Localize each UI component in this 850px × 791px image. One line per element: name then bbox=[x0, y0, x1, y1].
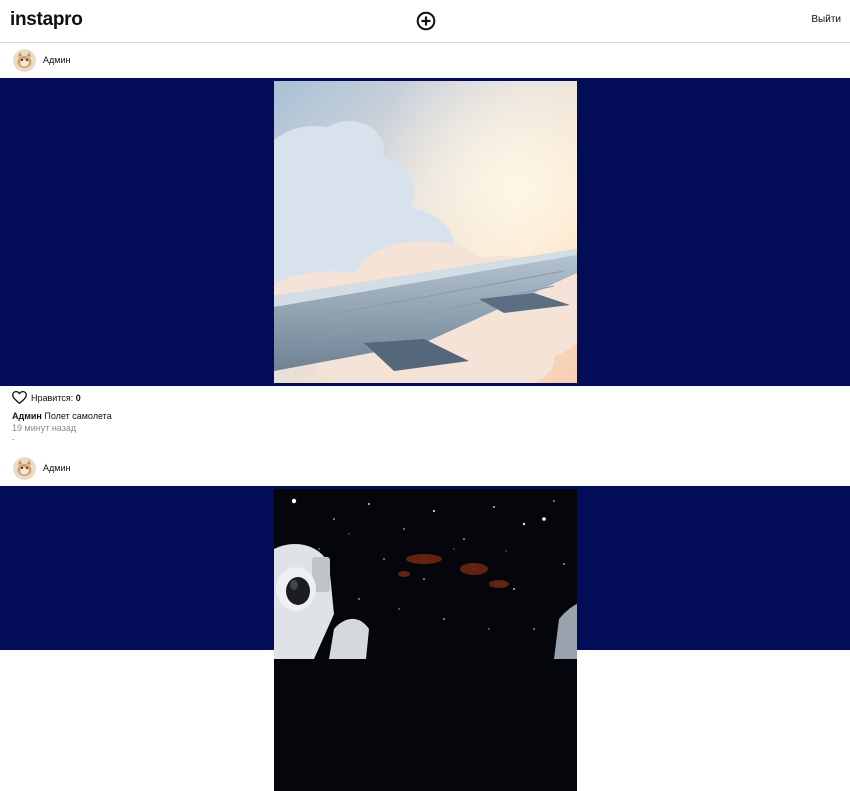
post-image[interactable] bbox=[274, 81, 577, 383]
likes-label: Нравится: bbox=[31, 393, 74, 403]
post-header: Админ bbox=[0, 451, 850, 486]
post-image-container bbox=[0, 78, 850, 386]
airplane-wing-photo bbox=[274, 81, 577, 383]
post-image[interactable] bbox=[274, 489, 577, 791]
like-button[interactable] bbox=[12, 390, 27, 405]
logout-button[interactable]: Выйти bbox=[811, 14, 841, 25]
heart-icon bbox=[12, 390, 27, 405]
post-footer: Нравится: 0 Админ Полет самолета 19 мину… bbox=[0, 386, 850, 450]
post-caption: Админ Полет самолета bbox=[12, 411, 112, 421]
avatar-image bbox=[13, 457, 36, 480]
add-post-button[interactable] bbox=[416, 11, 436, 31]
likes-counter: Нравится: 0 bbox=[31, 393, 81, 403]
post-header: Админ bbox=[0, 43, 850, 78]
caption-author[interactable]: Админ bbox=[12, 411, 42, 421]
plus-circle-icon bbox=[416, 11, 436, 31]
avatar[interactable] bbox=[13, 457, 36, 480]
astronaut-space-photo bbox=[274, 489, 577, 791]
likes-count: 0 bbox=[75, 393, 81, 403]
post-time: 19 минут назад bbox=[12, 423, 77, 433]
caption-text: Полет самолета bbox=[44, 411, 112, 421]
post-extra: . bbox=[12, 432, 15, 442]
avatar-image bbox=[13, 49, 36, 72]
app-logo[interactable]: instapro bbox=[10, 9, 83, 31]
avatar[interactable] bbox=[13, 49, 36, 72]
post-author-name[interactable]: Админ bbox=[43, 463, 70, 473]
post-image-container bbox=[0, 486, 850, 791]
top-bar: instapro Выйти bbox=[0, 0, 850, 43]
post-author-name[interactable]: Админ bbox=[43, 55, 70, 65]
